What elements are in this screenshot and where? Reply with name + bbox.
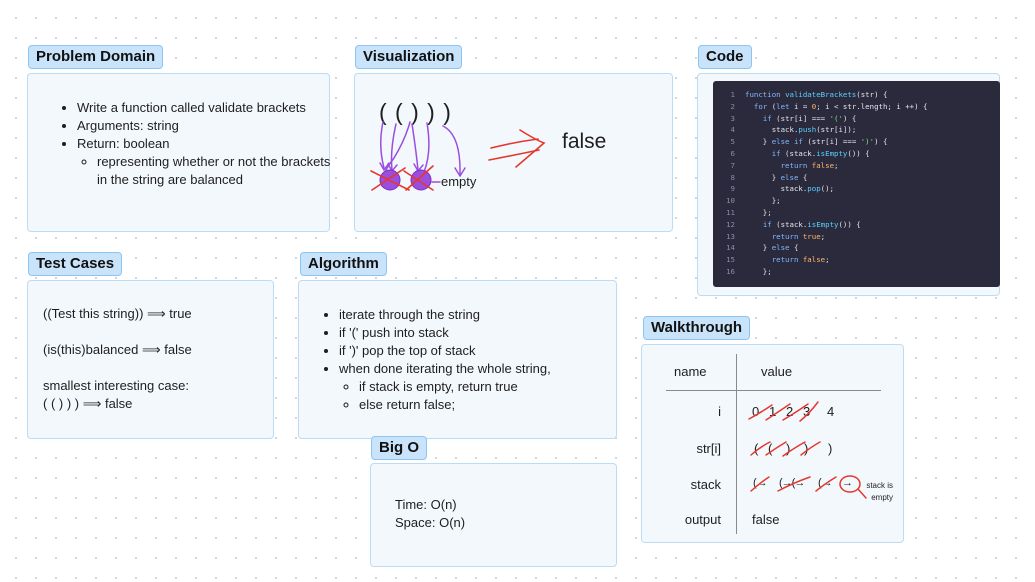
- walkthrough-strikes: [748, 401, 867, 499]
